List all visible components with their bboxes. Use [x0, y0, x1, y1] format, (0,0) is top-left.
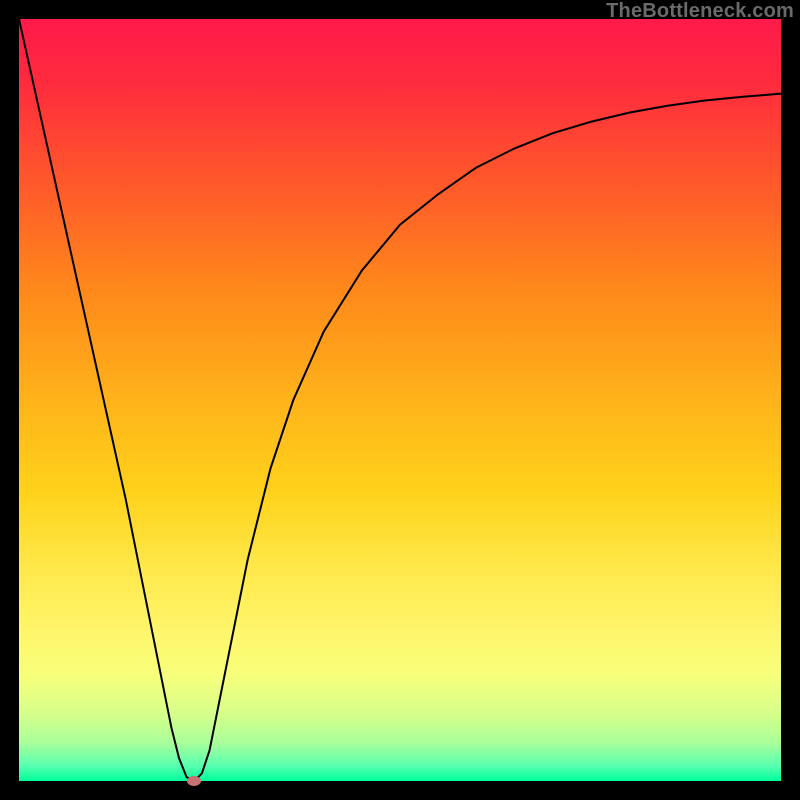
attribution-label: TheBottleneck.com: [606, 0, 794, 23]
bottleneck-chart: TheBottleneck.com: [0, 0, 800, 800]
curve-path: [19, 19, 781, 781]
bottleneck-curve: [19, 19, 781, 781]
minimum-marker: [187, 776, 201, 786]
